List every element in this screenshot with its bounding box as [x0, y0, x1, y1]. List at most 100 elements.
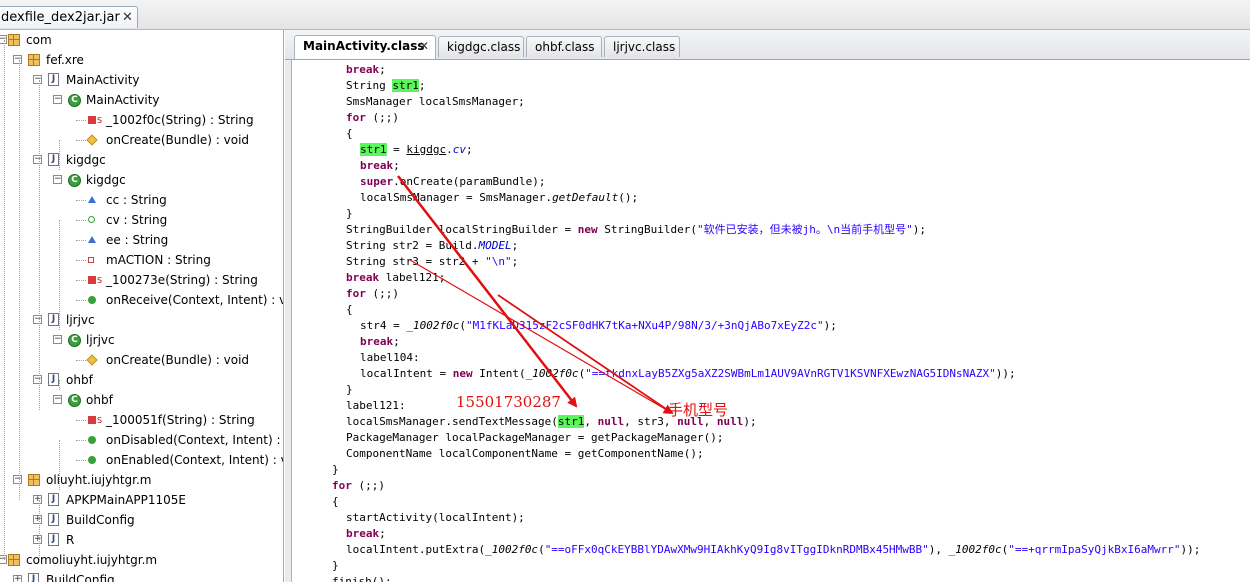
- tree-connector: [76, 240, 86, 241]
- code-text: String str3 = str2 +: [346, 255, 486, 268]
- tree-node-method[interactable]: onEnabled(Context, Intent) : vc: [0, 450, 283, 470]
- tree-node-label: kigdgc: [66, 153, 106, 167]
- code-method: _1002f0c: [525, 367, 579, 380]
- tree-node-file[interactable]: + J BuildConfig: [0, 510, 283, 530]
- code-line: {: [332, 495, 339, 508]
- code-line: ComponentName localComponentName = getCo…: [346, 447, 704, 460]
- tree-guide-line: [39, 80, 40, 410]
- code-text: ;: [379, 527, 386, 540]
- tree-node-package[interactable]: − oliuyht.iujyhtgr.m: [0, 470, 283, 490]
- tree-node-file[interactable]: + J R: [0, 530, 283, 550]
- tree-connector: [76, 420, 86, 421]
- tree-node-file[interactable]: − Jljrjvc: [0, 310, 283, 330]
- tree-node-label: cc : String: [106, 193, 167, 207]
- tree-node-method[interactable]: onReceive(Context, Intent) : vo: [0, 290, 283, 310]
- tree-node-method[interactable]: S _1002f0c(String) : String: [0, 110, 283, 130]
- code-text: ();: [618, 191, 639, 204]
- code-text: str4 =: [360, 319, 407, 332]
- highlighted-identifier: str1: [392, 79, 419, 92]
- tree-node-label: MainActivity: [66, 73, 140, 87]
- tree-node-package[interactable]: −comoliuyht.iujyhtgr.m: [0, 550, 283, 570]
- tree-connector: [76, 200, 86, 201]
- arrow-model-to-str3: [409, 259, 674, 415]
- tree-node-file[interactable]: + J BuildConfig: [0, 570, 283, 582]
- code-line: {: [346, 303, 353, 316]
- tree-node-class[interactable]: − C MainActivity: [0, 90, 283, 110]
- tree-node-method[interactable]: onCreate(Bundle) : void: [0, 130, 283, 150]
- public-method-icon: [88, 436, 96, 444]
- tree-node-field[interactable]: mACTION : String: [0, 250, 283, 270]
- collapse-icon[interactable]: −: [13, 475, 22, 484]
- tree-node-field[interactable]: cv : String: [0, 210, 283, 230]
- expand-icon[interactable]: +: [13, 575, 22, 582]
- code-line: PackageManager localPackageManager = get…: [346, 431, 724, 444]
- tree-connector: [76, 120, 86, 121]
- tree-node-com[interactable]: −com: [0, 30, 283, 50]
- code-line: localSmsManager = SmsManager.getDefault(…: [360, 190, 638, 206]
- collapse-icon[interactable]: −: [53, 335, 62, 344]
- tree-node-class[interactable]: − Cohbf: [0, 390, 283, 410]
- package-icon: [8, 34, 20, 46]
- package-icon: [8, 554, 20, 566]
- tree-node-method[interactable]: onCreate(Bundle) : void: [0, 350, 283, 370]
- code-keyword: break: [346, 527, 380, 540]
- code-text: );: [823, 319, 837, 332]
- tab-kigdgc-class[interactable]: kigdgc.class: [438, 36, 524, 57]
- annotation-phone-number: 15501730287: [456, 393, 561, 411]
- file-tab-dexfile[interactable]: dexfile_dex2jar.jar ✕: [0, 6, 138, 28]
- code-text: (: [459, 319, 466, 332]
- tree-node-file[interactable]: + J APKPMainAPP1105E: [0, 490, 283, 510]
- tree-guide-line: [4, 40, 5, 560]
- close-icon[interactable]: ✕: [419, 39, 429, 53]
- tree-node-file[interactable]: − Jkigdgc: [0, 150, 283, 170]
- tree-node-label: onCreate(Bundle) : void: [106, 353, 250, 367]
- code-method: _1002f0c: [485, 543, 539, 556]
- tab-mainactivity-class[interactable]: MainActivity.class ✕: [294, 35, 436, 59]
- code-line: label121:: [346, 399, 406, 412]
- expand-icon[interactable]: +: [33, 515, 42, 524]
- expand-icon[interactable]: +: [33, 495, 42, 504]
- collapse-icon[interactable]: −: [33, 315, 42, 324]
- code-text: StringBuilder(: [597, 223, 698, 236]
- tree-node-method[interactable]: S _100273e(String) : String: [0, 270, 283, 290]
- collapse-icon[interactable]: −: [53, 95, 62, 104]
- code-string: "M1fKLaD315zF2cSF0dHK7tKa+NXu4P/98N/3/+3…: [465, 319, 824, 332]
- collapse-icon[interactable]: −: [13, 55, 22, 64]
- code-keyword: break: [360, 159, 394, 172]
- collapse-icon[interactable]: −: [33, 155, 42, 164]
- tree-node-package[interactable]: − fef.xre: [0, 50, 283, 70]
- code-string: "==+qrrmIpaSyQjkBxI6aMwrr": [1008, 543, 1181, 556]
- code-line: break label121;: [346, 270, 445, 286]
- code-text: (;;): [365, 287, 399, 300]
- close-icon[interactable]: ✕: [122, 10, 133, 25]
- code-link[interactable]: kigdgc: [406, 143, 446, 156]
- collapse-icon[interactable]: −: [33, 375, 42, 384]
- collapse-icon[interactable]: −: [53, 175, 62, 184]
- java-file-icon: J: [48, 513, 59, 526]
- expand-icon[interactable]: +: [33, 535, 42, 544]
- code-line: String str3 = str2 + "\n";: [346, 254, 518, 270]
- code-line: break;: [346, 526, 386, 542]
- tree-connector: [76, 440, 86, 441]
- editor-tab-bar: MainActivity.class ✕ kigdgc.class ohbf.c…: [285, 30, 1250, 60]
- collapse-icon[interactable]: −: [53, 395, 62, 404]
- tree-connector: [76, 360, 86, 361]
- tab-label: kigdgc.class: [447, 40, 521, 54]
- code-editor[interactable]: break; String str1; SmsManager localSmsM…: [291, 60, 1250, 582]
- code-static-method: getDefault: [552, 191, 619, 204]
- public-method-icon: [88, 296, 96, 304]
- tree-node-file[interactable]: − J MainActivity: [0, 70, 283, 90]
- tab-ohbf-class[interactable]: ohbf.class: [526, 36, 602, 57]
- tree-node-method[interactable]: S _100051f(String) : String: [0, 410, 283, 430]
- tab-label: MainActivity.class: [303, 39, 425, 53]
- tree-node-file[interactable]: − Johbf: [0, 370, 283, 390]
- tree-node-class[interactable]: − Ckigdgc: [0, 170, 283, 190]
- tree-node-method[interactable]: onDisabled(Context, Intent) : vc: [0, 430, 283, 450]
- tab-ljrjvc-class[interactable]: ljrjvc.class: [604, 36, 680, 57]
- tree-node-field[interactable]: cc : String: [0, 190, 283, 210]
- collapse-icon[interactable]: −: [33, 75, 42, 84]
- code-keyword: for: [346, 287, 366, 300]
- tree-node-field[interactable]: ee : String: [0, 230, 283, 250]
- tree-node-class[interactable]: − Cljrjvc: [0, 330, 283, 350]
- code-line: for (;;): [332, 478, 385, 494]
